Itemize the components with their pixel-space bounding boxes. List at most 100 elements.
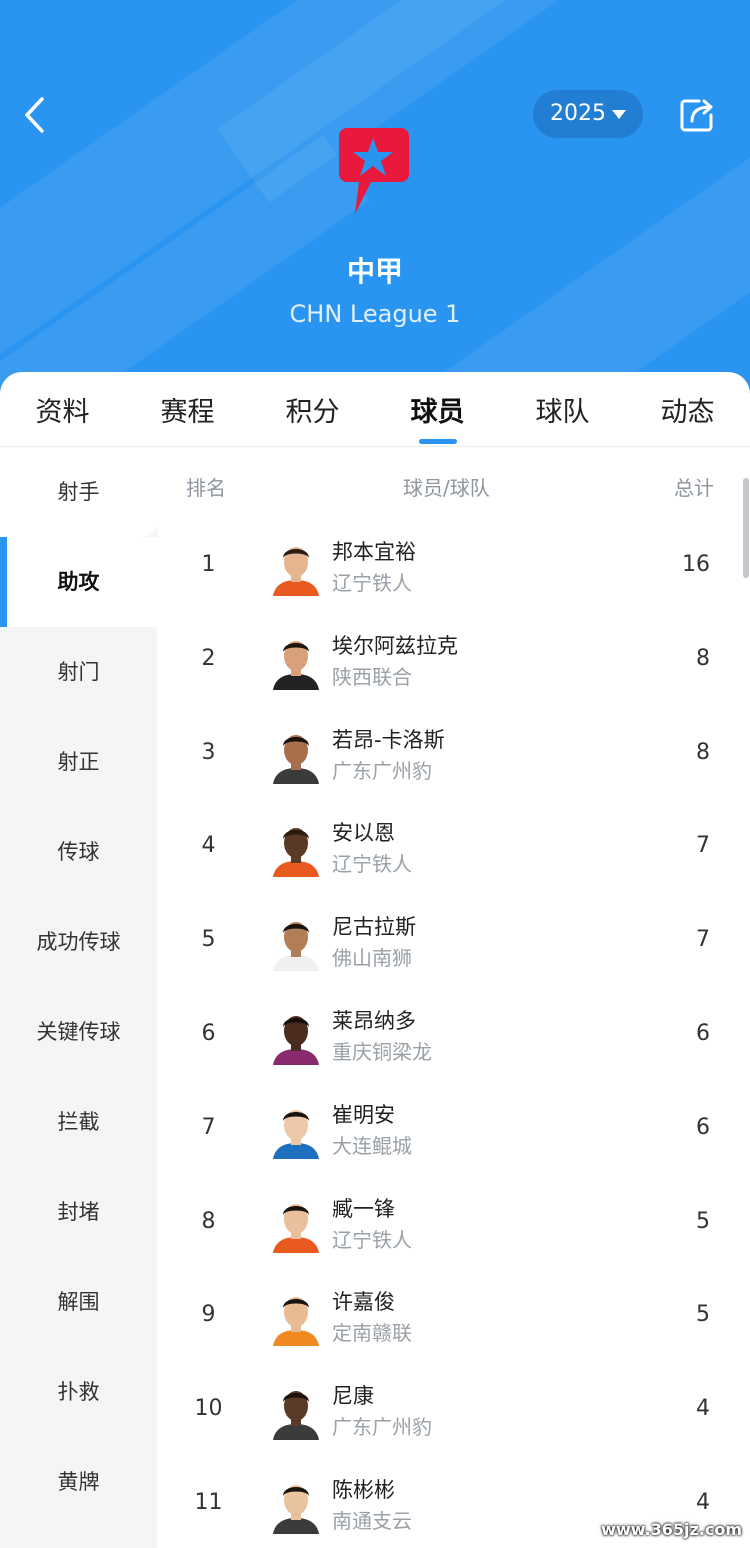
player-avatar <box>267 913 325 972</box>
player-avatar <box>267 1194 325 1253</box>
assist-total: 4 <box>696 1490 710 1515</box>
table-row[interactable]: 9 许嘉俊定南赣联 5 <box>157 1272 750 1366</box>
sidebar-item-goals[interactable]: 射手 <box>0 447 157 537</box>
active-tab-indicator <box>419 439 457 444</box>
assist-total: 7 <box>696 833 710 859</box>
assist-total: 5 <box>696 1208 710 1234</box>
league-name-en: CHN League 1 <box>289 300 461 328</box>
player-avatar <box>267 1382 325 1441</box>
player-avatar <box>267 725 325 784</box>
player-avatar <box>267 631 325 690</box>
sidebar-item-clearances[interactable]: 解围 <box>0 1257 157 1347</box>
table-row[interactable]: 2 埃尔阿兹拉克 陕西联合 8 <box>157 616 750 710</box>
player-rank: 9 <box>201 1302 216 1328</box>
sidebar-item-yellow-cards[interactable]: 黄牌 <box>0 1437 157 1527</box>
player-rank: 2 <box>201 645 216 671</box>
player-avatar <box>267 538 325 596</box>
player-name: 崔明安 <box>332 1102 395 1127</box>
player-rank: 4 <box>201 833 216 859</box>
assist-total: 6 <box>696 1114 710 1140</box>
player-avatar <box>267 819 325 878</box>
assist-total: 4 <box>696 1396 710 1422</box>
column-header-total: 总计 <box>674 476 714 500</box>
player-team: 辽宁铁人 <box>332 571 412 595</box>
player-team: 南通支云 <box>332 1509 412 1533</box>
tab-standings[interactable]: 积分 <box>250 390 375 429</box>
season-label: 2025 <box>550 101 606 126</box>
player-team: 佛山南狮 <box>332 946 412 971</box>
player-rank: 1 <box>201 552 216 577</box>
player-avatar <box>267 1100 325 1159</box>
sidebar-item-blocks[interactable]: 封堵 <box>0 1167 157 1257</box>
player-name: 埃尔阿兹拉克 <box>332 633 458 658</box>
sidebar-item-assists[interactable]: 助攻 <box>0 537 157 627</box>
back-button[interactable] <box>18 95 54 135</box>
player-name: 尼古拉斯 <box>332 915 416 940</box>
league-name-cn: 中甲 <box>346 255 403 288</box>
player-rank: 11 <box>194 1490 223 1515</box>
share-icon <box>680 99 713 132</box>
table-row[interactable]: 10 尼康广东广州豹 4 <box>157 1366 750 1460</box>
assist-total: 7 <box>696 927 710 953</box>
player-avatar <box>267 1476 325 1534</box>
tab-schedule[interactable]: 赛程 <box>125 390 250 429</box>
league-header: 2025 中甲 CHN League 1 <box>0 0 750 400</box>
table-row[interactable]: 5 尼古拉斯佛山南狮 7 <box>157 897 750 991</box>
assist-total: 8 <box>696 739 710 765</box>
assist-total: 5 <box>696 1302 710 1328</box>
season-selector[interactable]: 2025 <box>533 90 643 138</box>
player-name: 陈彬彬 <box>332 1478 395 1502</box>
sidebar-item-key-passes[interactable]: 关键传球 <box>0 987 157 1077</box>
table-row[interactable]: 1 邦本宜裕辽宁铁人 16 <box>157 522 750 616</box>
chevron-left-icon <box>25 97 44 133</box>
player-name: 安以恩 <box>332 821 395 846</box>
player-team: 辽宁铁人 <box>332 852 412 877</box>
sidebar-item-saves[interactable]: 扑救 <box>0 1347 157 1437</box>
player-avatar <box>267 1007 325 1065</box>
player-avatar <box>267 1288 325 1347</box>
tab-news[interactable]: 动态 <box>625 390 750 429</box>
player-rank: 5 <box>201 927 216 953</box>
player-team: 定南赣联 <box>332 1321 412 1346</box>
tab-bar: 资料 赛程 积分 球员 球队 动态 <box>0 372 750 447</box>
player-team: 大连鲲城 <box>332 1133 412 1158</box>
tab-players[interactable]: 球员 <box>375 390 500 429</box>
table-row[interactable]: 7 崔明安大连鲲城 6 <box>157 1085 750 1179</box>
sidebar-item-passes[interactable]: 传球 <box>0 807 157 897</box>
sidebar-item-shots[interactable]: 射门 <box>0 627 157 717</box>
share-button[interactable] <box>677 95 717 135</box>
player-team: 重庆铜梁龙 <box>332 1040 432 1064</box>
table-row[interactable]: 3 若昂-卡洛斯 广东广州豹 8 <box>157 710 750 804</box>
tab-info[interactable]: 资料 <box>0 390 125 429</box>
player-rank: 6 <box>201 1021 216 1046</box>
column-header-rank: 排名 <box>186 476 226 500</box>
player-name: 邦本宜裕 <box>332 540 416 564</box>
league-logo <box>335 122 415 218</box>
sidebar-item-shots-on-target[interactable]: 射正 <box>0 717 157 807</box>
player-name: 许嘉俊 <box>332 1290 395 1315</box>
table-row[interactable]: 4 安以恩辽宁铁人 7 <box>157 803 750 897</box>
player-name: 若昂-卡洛斯 <box>332 727 445 752</box>
player-team: 广东广州豹 <box>332 758 432 783</box>
player-rank: 10 <box>194 1396 223 1422</box>
player-team: 陕西联合 <box>332 664 412 689</box>
scrollbar[interactable] <box>743 478 749 578</box>
player-rank: 8 <box>201 1208 216 1234</box>
player-team: 广东广州豹 <box>332 1415 432 1440</box>
player-name: 臧一锋 <box>332 1196 395 1221</box>
caret-down-icon <box>612 110 626 119</box>
table-row[interactable]: 8 臧一锋辽宁铁人 5 <box>157 1179 750 1273</box>
assist-total: 16 <box>682 552 710 577</box>
player-name: 莱昂纳多 <box>332 1009 416 1033</box>
sidebar-item-interceptions[interactable]: 拦截 <box>0 1077 157 1167</box>
tab-teams[interactable]: 球队 <box>500 390 625 429</box>
sidebar-item-successful-passes[interactable]: 成功传球 <box>0 897 157 987</box>
watermark: www.365jz.com <box>601 1520 742 1539</box>
player-name: 尼康 <box>332 1384 374 1409</box>
player-team: 辽宁铁人 <box>332 1227 412 1252</box>
table-row[interactable]: 6 莱昂纳多重庆铜梁龙 6 <box>157 991 750 1085</box>
assist-total: 8 <box>696 645 710 671</box>
player-rank: 7 <box>201 1114 216 1140</box>
stat-category-sidebar: 射手 助攻 射门 射正 传球 成功传球 关键传球 拦截 封堵 解围 扑救 黄牌 <box>0 447 157 1548</box>
assist-total: 6 <box>696 1021 710 1046</box>
